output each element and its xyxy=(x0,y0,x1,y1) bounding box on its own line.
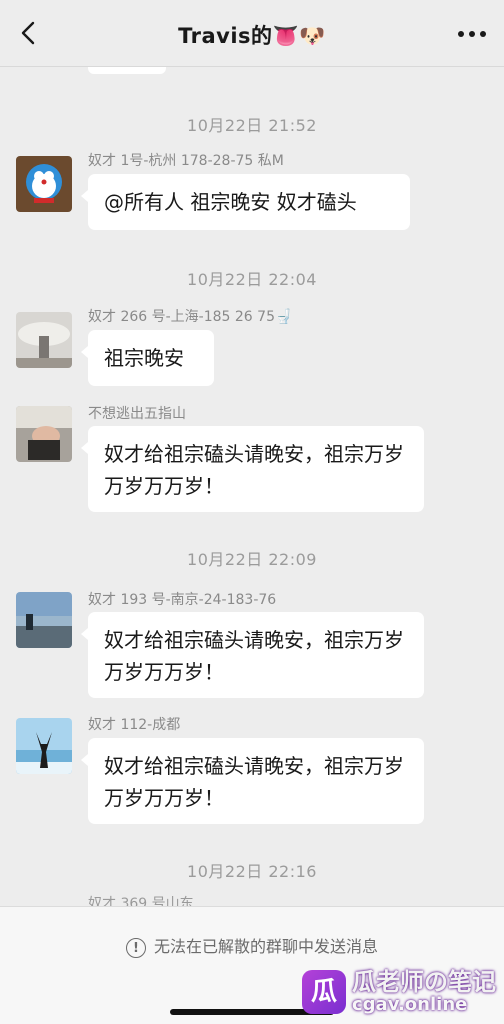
chat-title: Travis的👅🐶 xyxy=(178,24,326,48)
message-bubble[interactable]: 奴才给祖宗磕头请晚安，祖宗万岁万岁万万岁！ xyxy=(81,612,424,698)
message-timestamp: 10月22日 22:04 xyxy=(187,270,317,289)
sender-name: 奴才 1号-杭州 178-28-75 私M xyxy=(88,153,284,169)
watermark-title: 瓜老师の笔记 xyxy=(352,968,496,996)
avatar[interactable] xyxy=(16,718,72,774)
message-bubble[interactable]: @所有人 祖宗晚安 奴才磕头 xyxy=(81,174,410,230)
sender-name: 奴才 112-成都 xyxy=(88,717,181,733)
message-bubble[interactable]: 奴才给祖宗磕头请晚安，祖宗万岁万岁万万岁！ xyxy=(81,426,424,512)
watermark: 瓜 瓜老师の笔记 cgav.online xyxy=(302,968,496,1016)
message-bubble[interactable]: 奴才给祖宗磕头请晚安，祖宗万岁万岁万万岁！ xyxy=(81,738,424,824)
message-bubble[interactable]: 祖宗晚安 xyxy=(81,330,214,386)
message-timestamp: 10月22日 22:09 xyxy=(187,550,317,569)
avatar[interactable] xyxy=(16,592,72,648)
watermark-domain: cgav.online xyxy=(352,994,468,1015)
exclamation-circle-icon: ! xyxy=(125,937,146,958)
chat-header: Travis的👅🐶 xyxy=(0,0,504,67)
sender-name: 奴才 266 号-上海-185 26 75🚽 xyxy=(88,309,293,325)
message-timestamp: 10月22日 21:52 xyxy=(187,116,317,135)
notice-text: 无法在已解散的群聊中发送消息 xyxy=(153,937,378,956)
sender-name: 不想逃出五指山 xyxy=(88,406,186,422)
message-timestamp: 10月22日 22:16 xyxy=(187,862,317,881)
avatar[interactable] xyxy=(16,312,72,368)
sender-name: 奴才 193 号-南京-24-183-76 xyxy=(88,592,277,608)
avatar[interactable] xyxy=(16,156,72,212)
more-dots-icon[interactable] xyxy=(456,24,488,44)
avatar[interactable] xyxy=(16,406,72,462)
watermark-logo: 瓜 xyxy=(302,970,346,1014)
disbanded-group-notice: ! 无法在已解散的群聊中发送消息 xyxy=(0,933,504,958)
chat-screen: Travis的👅🐶 10月22日 21:52 奴才 1号-杭州 178-28-7… xyxy=(0,0,504,1024)
